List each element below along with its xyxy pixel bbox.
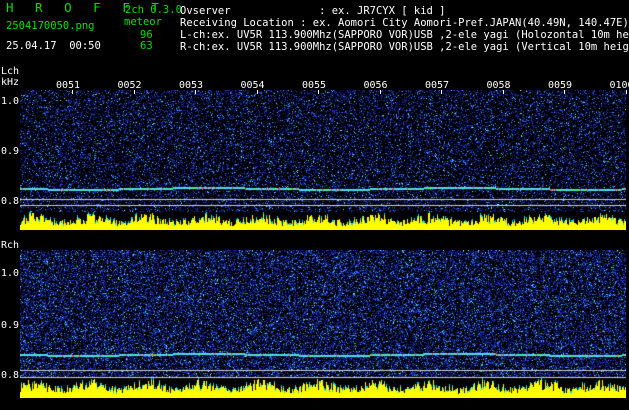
rch-ytick-0.9: 0.9: [1, 320, 20, 331]
lch-spectrogram-panel: [20, 90, 626, 230]
time-tick-0057: 0057: [425, 80, 450, 91]
mode-label: meteor: [124, 16, 162, 28]
datetime-label: 25.04.17 00:50: [6, 40, 101, 52]
time-tick-mark: [318, 90, 319, 94]
rch-count: 63: [140, 40, 153, 52]
observer-line: Ovserver : ex. JR7CYX [ kid ]: [180, 5, 446, 17]
time-tick-0051: 0051: [56, 80, 81, 91]
time-tick-0058: 0058: [486, 80, 511, 91]
time-axis: 0051005200530054005500560057005800590100: [20, 80, 629, 94]
time-tick-mark: [72, 90, 73, 94]
rch-label: Rch: [1, 240, 20, 251]
time-tick-mark: [133, 90, 135, 94]
rch-ytick-0.8: 0.8: [1, 370, 20, 381]
time-tick-mark: [195, 90, 196, 94]
time-tick-0056: 0056: [363, 80, 388, 91]
time-tick-mark: [564, 90, 565, 94]
lch-ytick-0.8: 0.8: [1, 196, 20, 207]
time-tick-0059: 0059: [548, 80, 573, 91]
rch-spectrogram: [20, 250, 626, 398]
filename-label: 2504170050.png: [6, 20, 95, 32]
location-line: Receiving Location : ex. Aomori City Aom…: [180, 17, 629, 29]
time-tick-mark: [441, 90, 442, 94]
time-tick-0052: 0052: [117, 80, 142, 91]
rch-spectrogram-panel: [20, 250, 626, 398]
lch-config-line: L-ch:ex. UV5R 113.900Mhz(SAPPORO VOR)USB…: [180, 29, 629, 41]
time-tick-0055: 0055: [302, 80, 327, 91]
rch-ytick-1.0: 1.0: [1, 268, 20, 279]
time-tick-mark: [256, 90, 258, 94]
lch-ytick-1.0: 1.0: [1, 96, 20, 107]
lch-unit: kHz: [1, 77, 20, 88]
time-tick-0053: 0053: [179, 80, 204, 91]
lch-spectrogram: [20, 90, 626, 230]
time-tick-mark: [502, 90, 504, 94]
time-tick-0054: 0054: [240, 80, 265, 91]
rch-config-line: R-ch:ex. UV5R 113.900Mhz(SAPPORO VOR)USB…: [180, 41, 629, 53]
channel-version: 2ch 0.3.0: [125, 4, 182, 16]
lch-ytick-0.9: 0.9: [1, 146, 20, 157]
time-tick-mark: [625, 90, 627, 94]
time-tick-mark: [379, 90, 381, 94]
